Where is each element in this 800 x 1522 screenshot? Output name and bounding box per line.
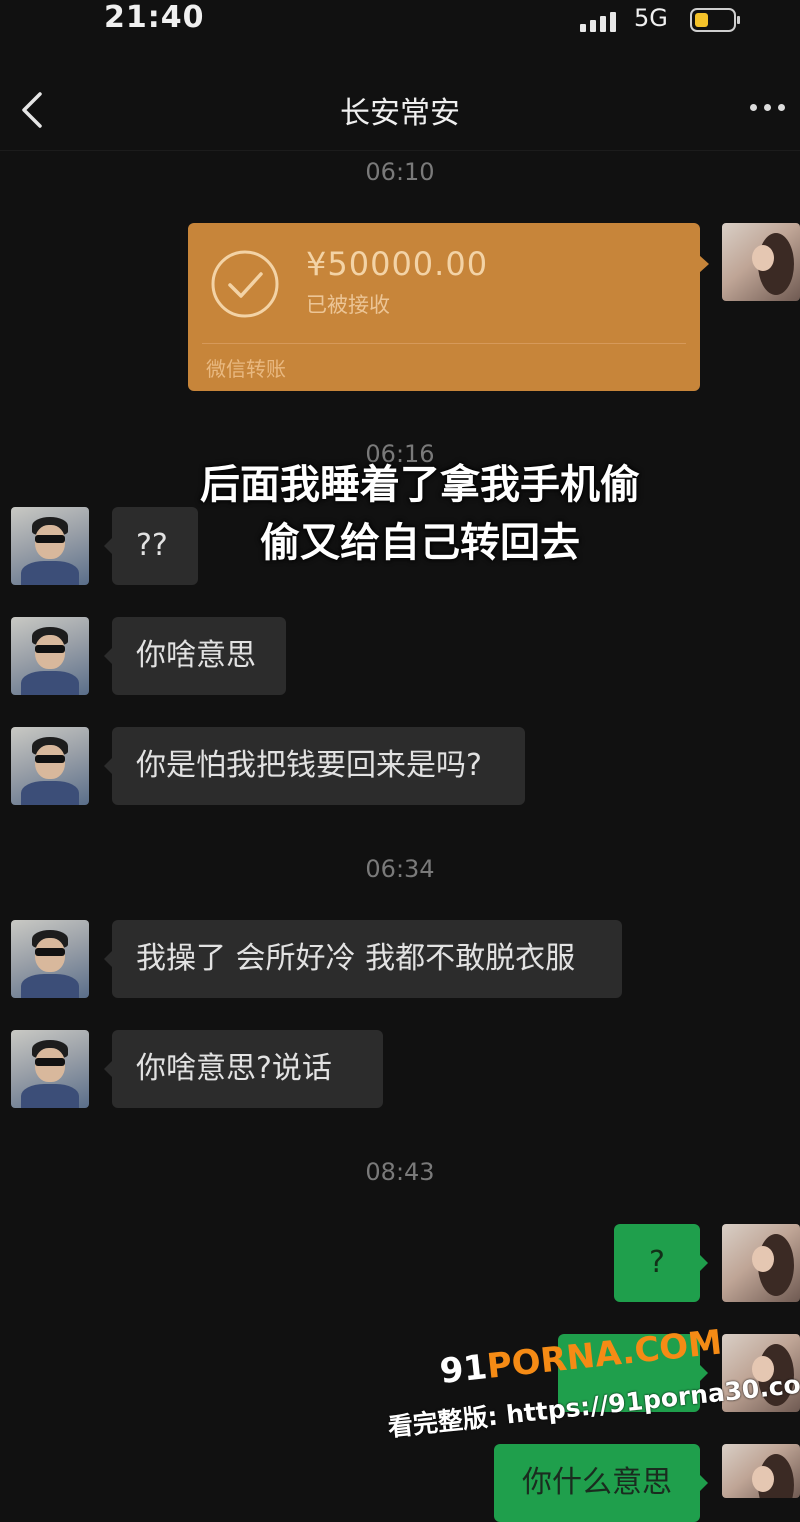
message-bubble-outgoing[interactable]: 你什么意思: [494, 1444, 708, 1522]
avatar-contact[interactable]: [11, 617, 89, 695]
timestamp: 06:10: [365, 158, 435, 186]
caption-line: 后面我睡着了拿我手机偷: [200, 462, 640, 508]
avatar-contact[interactable]: [11, 920, 89, 998]
caption-line: 偷又给自己转回去: [260, 520, 580, 566]
back-button[interactable]: [16, 86, 56, 134]
chevron-left-icon: [22, 92, 42, 128]
more-icon: [750, 104, 757, 111]
message-bubble-incoming[interactable]: 我操了 会所好冷 我都不敢脱衣服: [104, 920, 622, 998]
transfer-card[interactable]: ¥50000.00 已被接收 微信转账: [188, 223, 709, 391]
transfer-label: 微信转账: [206, 357, 286, 381]
message-bubble-incoming[interactable]: 你啥意思: [104, 617, 286, 695]
more-options-button[interactable]: [748, 98, 788, 118]
signal-icon: [580, 10, 622, 32]
nav-divider: [0, 150, 800, 151]
avatar-self[interactable]: [722, 223, 800, 301]
battery-icon: [690, 8, 740, 32]
timestamp: 06:34: [365, 855, 435, 883]
message-bubble-outgoing[interactable]: ?: [614, 1224, 708, 1302]
overlay-caption: 后面我睡着了拿我手机偷 偷又给自己转回去: [100, 456, 740, 572]
transfer-amount: ¥50000.00: [306, 245, 489, 283]
avatar-contact[interactable]: [11, 1030, 89, 1108]
check-circle-icon: [211, 250, 279, 318]
avatar-contact[interactable]: [11, 507, 89, 585]
transfer-status: 已被接收: [306, 293, 390, 317]
message-bubble-incoming[interactable]: 你啥意思?说话: [104, 1030, 383, 1108]
chat-title: 长安常安: [340, 96, 460, 131]
network-type: 5G: [634, 4, 668, 32]
timestamp: 08:43: [365, 1158, 435, 1186]
watermark-prefix: 91: [437, 1347, 490, 1392]
status-time: 21:40: [104, 0, 205, 35]
message-bubble-incoming[interactable]: 你是怕我把钱要回来是吗?: [104, 727, 525, 805]
avatar-self[interactable]: [722, 1224, 800, 1302]
avatar-contact[interactable]: [11, 727, 89, 805]
transfer-divider: [202, 343, 686, 344]
avatar-self[interactable]: [722, 1444, 800, 1498]
